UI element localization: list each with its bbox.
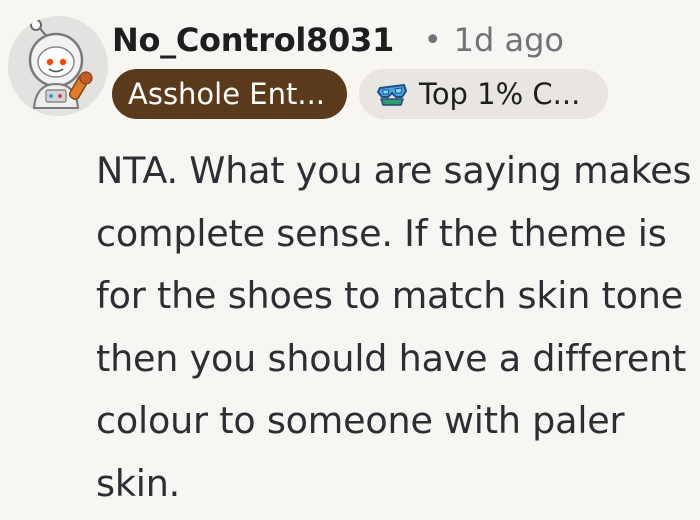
snoo-astronaut-avatar-icon <box>28 19 93 109</box>
meta-separator: • <box>423 22 442 58</box>
top-contributor-goggles-icon <box>375 77 409 111</box>
achievement-flair-badge[interactable]: Top 1% C... <box>359 69 609 119</box>
user-avatar[interactable] <box>8 16 108 116</box>
comment-body: NTA. What you are saying makes complete … <box>96 149 692 505</box>
user-flair-badge[interactable]: Asshole Ent... <box>112 69 348 119</box>
user-flair-label: Asshole Ent... <box>128 77 326 111</box>
comment-timestamp[interactable]: 1d ago <box>454 21 564 59</box>
achievement-flair-label: Top 1% C... <box>419 77 581 111</box>
comment-header: No_Control8031 • 1d ago <box>112 14 564 66</box>
user-flairs: Asshole Ent... Top 1% C... <box>112 68 609 120</box>
username-link[interactable]: No_Control8031 <box>112 21 394 59</box>
